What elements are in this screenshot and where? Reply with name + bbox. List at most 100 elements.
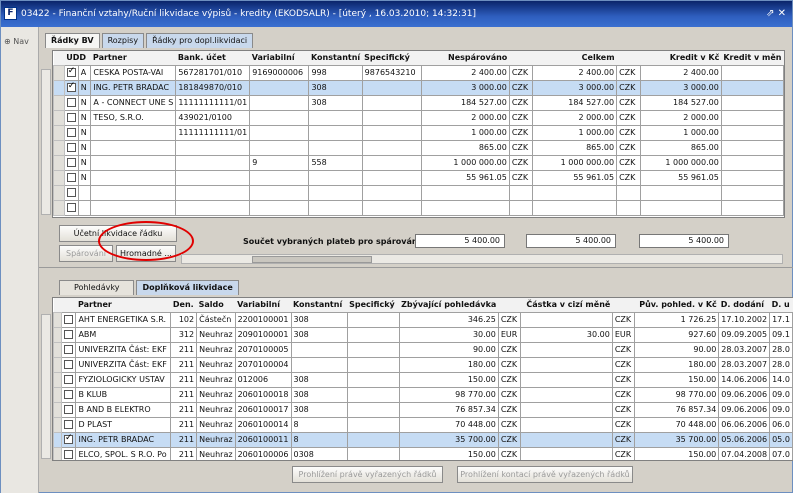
- remaining-cell[interactable]: 70 448.00: [398, 416, 499, 433]
- variable-cell[interactable]: [249, 184, 310, 201]
- bank-account-cell[interactable]: 181849870/010: [175, 79, 251, 96]
- constant-cell[interactable]: [308, 199, 363, 216]
- specific-cell[interactable]: [361, 199, 422, 216]
- constant-cell[interactable]: [308, 184, 363, 201]
- row-marker[interactable]: [53, 446, 63, 460]
- variable-cell[interactable]: 2060100006: [234, 446, 292, 460]
- udd-cell[interactable]: N: [77, 124, 92, 141]
- constant-cell[interactable]: 998: [308, 64, 363, 81]
- currency-cell[interactable]: CZK: [497, 401, 522, 418]
- partner-cell[interactable]: D PLAST: [75, 416, 172, 433]
- udd-cell[interactable]: [77, 184, 92, 201]
- delivery-date-cell[interactable]: 06.06.2006: [718, 416, 771, 433]
- currency-cell[interactable]: [616, 184, 641, 201]
- currency-cell[interactable]: CZK: [508, 154, 534, 171]
- currency-cell[interactable]: CZK: [616, 169, 641, 186]
- variable-cell[interactable]: 2090100001: [234, 326, 292, 343]
- bank-account-cell[interactable]: 11111111111/01: [175, 124, 251, 141]
- remaining-cell[interactable]: 180.00: [398, 356, 499, 373]
- foreign-amount-cell[interactable]: [520, 446, 613, 460]
- remaining-cell[interactable]: 35 700.00: [398, 431, 499, 448]
- variable-cell[interactable]: [249, 94, 310, 111]
- row-marker[interactable]: [53, 124, 65, 141]
- row-marker[interactable]: [53, 386, 63, 403]
- currency-cell[interactable]: CZK: [611, 416, 636, 433]
- currency-cell[interactable]: CZK: [616, 124, 641, 141]
- variable-cell[interactable]: 9: [249, 154, 310, 171]
- unpaired-cell[interactable]: 1 000.00: [420, 124, 510, 141]
- tab-rozpisy[interactable]: Rozpisy: [101, 33, 145, 48]
- row-checkbox[interactable]: [64, 315, 74, 324]
- window-controls[interactable]: ⇗ ✕: [766, 1, 786, 27]
- row-checkbox[interactable]: [64, 360, 74, 369]
- row-marker[interactable]: [53, 64, 65, 81]
- constant-cell[interactable]: 8: [290, 431, 348, 448]
- credit-foreign-cell[interactable]: [720, 169, 784, 186]
- currency-cell[interactable]: CZK: [497, 341, 522, 358]
- constant-cell[interactable]: [308, 169, 363, 186]
- days-cell[interactable]: 312: [170, 326, 198, 343]
- udd-cell[interactable]: [77, 199, 92, 216]
- original-czk-cell[interactable]: 70 448.00: [634, 416, 720, 433]
- currency-cell[interactable]: CZK: [611, 341, 636, 358]
- unpaired-cell[interactable]: 55 961.05: [420, 169, 510, 186]
- variable-cell[interactable]: 2070100004: [234, 356, 292, 373]
- table-row[interactable]: [53, 199, 784, 216]
- delivery-date-cell[interactable]: 17.10.2002: [718, 311, 771, 328]
- udd-cell[interactable]: N: [77, 139, 92, 156]
- partner-cell[interactable]: [90, 124, 177, 141]
- original-czk-cell[interactable]: 35 700.00: [634, 431, 720, 448]
- constant-cell[interactable]: [290, 356, 348, 373]
- currency-cell[interactable]: CZK: [497, 311, 522, 328]
- credit-foreign-cell[interactable]: [720, 139, 784, 156]
- variable-cell[interactable]: 9169000006: [249, 64, 310, 81]
- currency-cell[interactable]: CZK: [508, 94, 534, 111]
- currency-cell[interactable]: CZK: [497, 386, 522, 403]
- original-czk-cell[interactable]: 150.00: [634, 371, 720, 388]
- partner-cell[interactable]: ELCO, SPOL. S R.O. Po: [75, 446, 172, 460]
- partner-cell[interactable]: [90, 139, 177, 156]
- udd-cell[interactable]: N: [77, 169, 92, 186]
- total-cell[interactable]: 184 527.00: [532, 94, 618, 111]
- due-date-cell[interactable]: 28.0: [769, 341, 793, 358]
- row-checkbox[interactable]: [64, 330, 74, 339]
- col-partner[interactable]: Partner: [90, 51, 176, 65]
- remaining-cell[interactable]: 98 770.00: [398, 386, 499, 403]
- partner-cell[interactable]: FYZIOLOGICKY USTAV: [75, 371, 172, 388]
- specific-cell[interactable]: [361, 169, 422, 186]
- currency-cell[interactable]: EUR: [611, 326, 636, 343]
- constant-cell[interactable]: [290, 341, 348, 358]
- view-selected-rows-button[interactable]: Prohlížení právě vyřazených řádků: [292, 466, 443, 483]
- partner-cell[interactable]: [90, 169, 177, 186]
- col-partner[interactable]: Partner: [75, 298, 171, 312]
- col-credit-czk[interactable]: Kredit v Kč: [640, 51, 722, 65]
- table-row[interactable]: N 9 558 1 000 000.00 CZK 1 000 000.00 CZK 1 000…: [53, 154, 784, 171]
- saldo-cell[interactable]: Neuhraz: [196, 401, 236, 418]
- specific-cell[interactable]: [361, 139, 422, 156]
- specific-cell[interactable]: [346, 446, 400, 460]
- total-cell[interactable]: [532, 184, 618, 201]
- credit-foreign-cell[interactable]: [720, 124, 784, 141]
- foreign-amount-cell[interactable]: [520, 341, 613, 358]
- partner-cell[interactable]: TESO, S.R.O.: [90, 109, 177, 126]
- original-czk-cell[interactable]: 76 857.34: [634, 401, 720, 418]
- partner-cell[interactable]: AHT ENERGETIKA S.R.: [75, 311, 172, 328]
- due-date-cell[interactable]: 09.0: [769, 386, 793, 403]
- variable-cell[interactable]: [249, 199, 310, 216]
- bank-account-cell[interactable]: 439021/0100: [175, 109, 251, 126]
- table-row[interactable]: FYZIOLOGICKY USTAV 211 Neuhraz 012006 308 150…: [53, 371, 793, 388]
- days-cell[interactable]: 211: [170, 341, 198, 358]
- row-marker[interactable]: [53, 139, 65, 156]
- constant-cell[interactable]: [308, 124, 363, 141]
- constant-cell[interactable]: [308, 139, 363, 156]
- credit-foreign-cell[interactable]: [720, 79, 784, 96]
- remaining-cell[interactable]: 30.00: [398, 326, 499, 343]
- bank-account-cell[interactable]: [175, 139, 251, 156]
- days-cell[interactable]: 102: [170, 311, 198, 328]
- original-czk-cell[interactable]: 98 770.00: [634, 386, 720, 403]
- row-checkbox[interactable]: [64, 420, 74, 429]
- table-row[interactable]: AHT ENERGETIKA S.R. 102 Částečn 2200100001 3…: [53, 311, 793, 328]
- partner-cell[interactable]: ING. PETR BRADAC: [75, 431, 172, 448]
- constant-cell[interactable]: 308: [290, 386, 348, 403]
- row-marker[interactable]: [53, 311, 63, 328]
